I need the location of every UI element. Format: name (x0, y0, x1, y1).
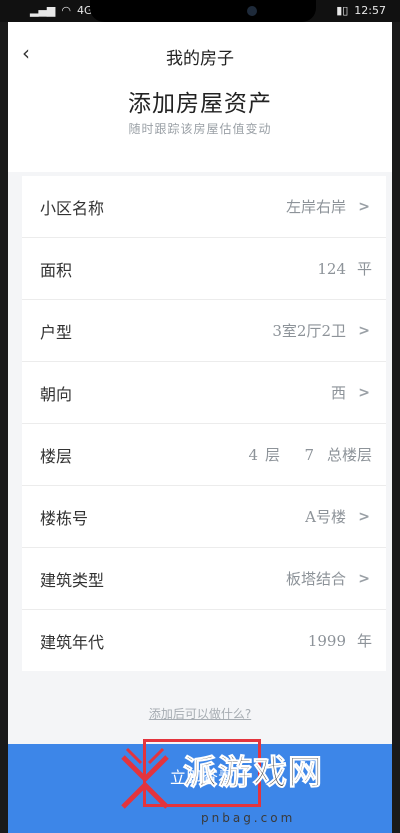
row-floor[interactable]: 楼层 4 层 7 总楼层 (22, 424, 386, 486)
row-value: 3室2厅2卫 (272, 322, 346, 340)
header: ‹ 我的房子 添加房屋资产 随时跟踪该房屋估值变动 (8, 22, 392, 172)
signal-icon: ▂▄▆ (30, 4, 56, 17)
chevron-right-icon: > (358, 384, 370, 401)
clock: 12:57 (354, 4, 386, 17)
row-community[interactable]: 小区名称 左岸右岸 > (22, 176, 386, 238)
chevron-right-icon: > (358, 198, 370, 215)
chevron-right-icon: > (358, 322, 370, 339)
row-label: 户型 (40, 322, 73, 342)
row-label: 小区名称 (40, 198, 105, 218)
camera-notch (90, 0, 316, 22)
floor-unit: 层 (264, 446, 280, 464)
watermark-logo-icon (121, 747, 169, 809)
property-form: 小区名称 左岸右岸 > 面积 124 平 户型 3室2厅2卫 > 朝向 西 > … (22, 176, 386, 671)
row-area[interactable]: 面积 124 平 (22, 238, 386, 300)
watermark: 派游戏网 pnbag.com (105, 737, 395, 833)
page-subtitle: 随时跟踪该房屋估值变动 (128, 122, 272, 136)
year-input[interactable]: 1999 (308, 632, 346, 650)
battery-icon: ▮▯ (336, 4, 349, 17)
row-label: 朝向 (40, 384, 73, 404)
status-left: ▂▄▆ ◠ 4G (30, 4, 93, 17)
row-building-year[interactable]: 建筑年代 1999 年 (22, 610, 386, 671)
row-building-number[interactable]: 楼栋号 A号楼 > (22, 486, 386, 548)
row-building-type[interactable]: 建筑类型 板塔结合 > (22, 548, 386, 610)
chevron-right-icon: > (358, 570, 370, 587)
row-value: 板塔结合 (285, 570, 346, 588)
total-floor-input[interactable]: 7 (304, 446, 314, 464)
status-right: ▮▯ 12:57 (336, 4, 386, 17)
row-layout[interactable]: 户型 3室2厅2卫 > (22, 300, 386, 362)
row-value: 左岸右岸 (285, 198, 346, 216)
row-label: 楼层 (40, 446, 73, 466)
row-label: 面积 (40, 260, 73, 280)
row-label: 建筑类型 (40, 570, 105, 590)
app-screen: ‹ 我的房子 添加房屋资产 随时跟踪该房屋估值变动 小区名称 左岸右岸 > 面积… (8, 22, 392, 833)
nav-title: 我的房子 (166, 49, 234, 69)
chevron-right-icon: > (358, 508, 370, 525)
row-value: A号楼 (305, 508, 346, 526)
total-floor-unit: 总楼层 (326, 446, 372, 464)
page-title: 添加房屋资产 (128, 91, 272, 117)
area-input[interactable]: 124 (317, 260, 346, 278)
wifi-icon: ◠ (61, 4, 71, 17)
row-unit: 平 (356, 260, 372, 278)
help-link[interactable]: 添加后可以做什么? (8, 705, 392, 722)
row-orientation[interactable]: 朝向 西 > (22, 362, 386, 424)
floor-input[interactable]: 4 (248, 446, 258, 464)
watermark-text: 派游戏网 (183, 753, 323, 794)
row-label: 楼栋号 (40, 508, 89, 528)
row-label: 建筑年代 (40, 632, 105, 652)
row-unit: 年 (356, 632, 372, 650)
watermark-url: pnbag.com (201, 811, 296, 825)
row-value: 西 (330, 384, 346, 402)
front-camera (247, 6, 257, 16)
